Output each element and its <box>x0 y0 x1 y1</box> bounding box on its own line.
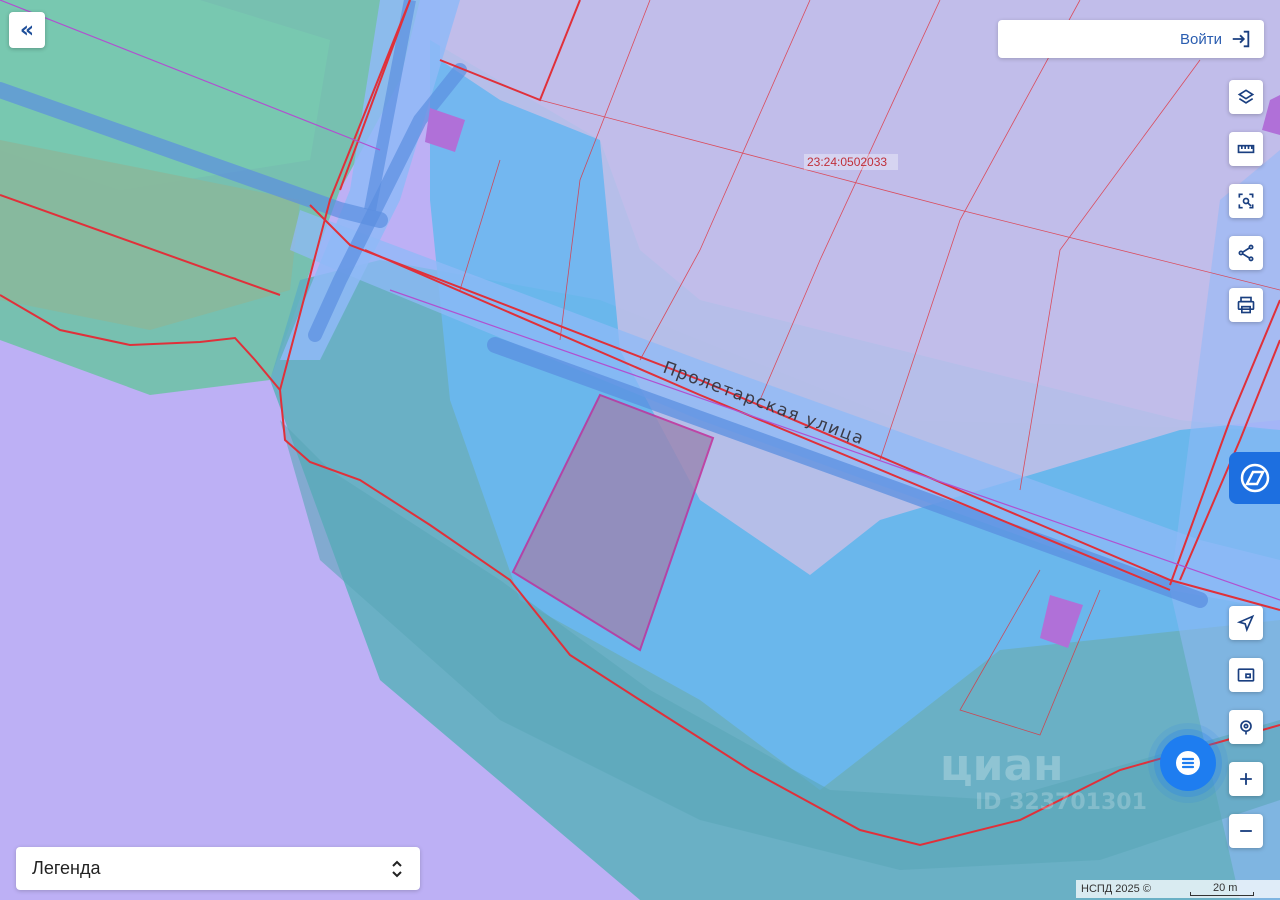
minimap-icon <box>1237 668 1255 682</box>
legend-label: Легенда <box>32 858 101 878</box>
print-icon <box>1237 296 1255 314</box>
login-icon <box>1232 30 1250 48</box>
login-button[interactable]: Войти <box>998 20 1264 58</box>
legend-selector[interactable]: Легенда <box>16 847 420 890</box>
ruler-button[interactable] <box>1229 132 1263 166</box>
watermark-brand: циан <box>940 740 1064 791</box>
double-chevron-left-icon: « <box>19 17 35 43</box>
zoom-out-button[interactable] <box>1229 814 1263 848</box>
scale-label: 20 m <box>1213 882 1238 894</box>
cadastral-map[interactable]: Пролетарская улица 23:24:0502033 <box>0 0 1280 900</box>
area-select-button[interactable] <box>1229 184 1263 218</box>
locate-button[interactable] <box>1229 606 1263 640</box>
geolocation-button[interactable] <box>1229 710 1263 744</box>
area-select-icon <box>1238 193 1254 209</box>
layers-icon <box>1237 89 1255 104</box>
cadastral-number-label: 23:24:0502033 <box>807 155 887 169</box>
share-button[interactable] <box>1229 236 1263 270</box>
layers-button[interactable] <box>1229 80 1263 114</box>
share-icon <box>1238 244 1254 262</box>
login-label: Войти <box>1180 30 1222 48</box>
chat-button[interactable] <box>1160 735 1216 791</box>
map-brand-icon <box>1240 463 1269 493</box>
print-button[interactable] <box>1229 288 1263 322</box>
ruler-icon <box>1237 144 1255 154</box>
zoom-in-button[interactable] <box>1229 762 1263 796</box>
chevron-updown-icon <box>392 860 402 877</box>
minimap-button[interactable] <box>1229 658 1263 692</box>
watermark-id: ID 323701301 <box>975 790 1147 815</box>
collapse-panel-button[interactable]: « <box>9 12 45 48</box>
chat-icon <box>1176 751 1200 775</box>
locate-arrow-icon <box>1236 614 1255 633</box>
geolocation-icon <box>1240 720 1252 735</box>
side-panel-tab[interactable] <box>1229 452 1280 504</box>
zoom-out-icon <box>1240 830 1252 832</box>
attribution-text: НСПД 2025 © <box>1081 883 1151 895</box>
zoom-in-icon <box>1240 773 1252 785</box>
